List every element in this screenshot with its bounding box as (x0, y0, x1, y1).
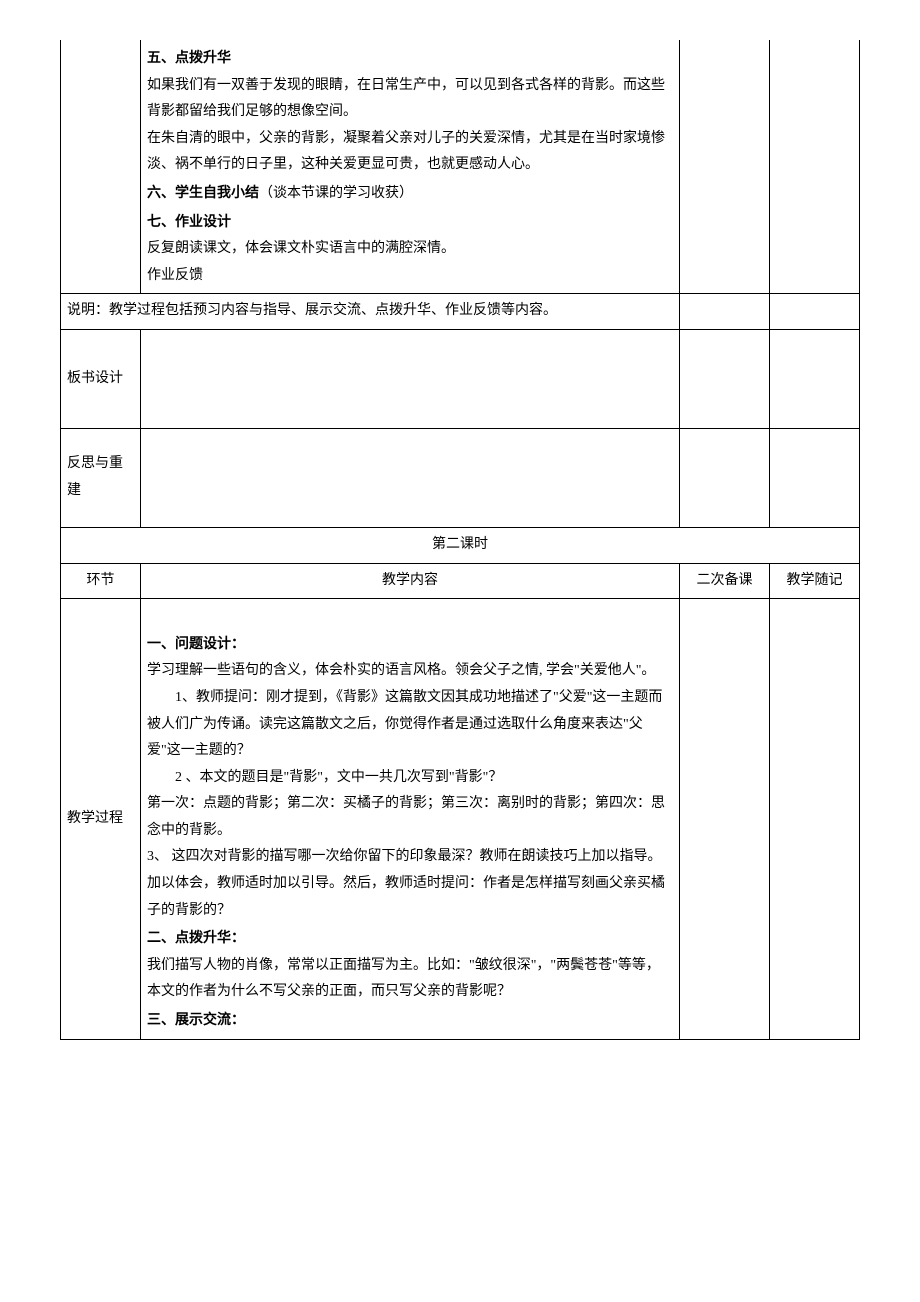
para: 我们描写人物的肖像，常常以正面描写为主。比如："皱纹很深"，"两鬓苍苍"等等，本… (147, 953, 673, 1006)
para: 学习理解一些语句的含义，体会朴实的语言风格。领会父子之情, 学会"关爱他人"。 (147, 658, 673, 685)
label-cell-empty (61, 40, 141, 294)
label-teaching-process: 教学过程 (61, 599, 141, 1040)
para: 反复朗读课文，体会课文朴实语言中的满腔深情。 (147, 236, 673, 263)
para: 如果我们有一双善于发现的眼睛，在日常生产中，可以见到各式各样的背影。而这些背影都… (147, 73, 673, 126)
header-segment: 环节 (61, 563, 141, 599)
heading-dianbo: 二、点拨升华： (147, 929, 245, 945)
label-reflection: 反思与重建 (61, 428, 141, 527)
para: 作业反馈 (147, 263, 673, 290)
heading-q-design: 一、问题设计： (147, 635, 245, 651)
heading-6: 六、学生自我小结 (147, 184, 259, 200)
sidebar-cell (680, 599, 770, 1040)
sidebar-cell (680, 40, 770, 294)
sidebar-cell (770, 599, 860, 1040)
header-secondary-prep: 二次备课 (680, 563, 770, 599)
sidebar-cell (770, 294, 860, 330)
para: 第一次：点题的背影；第二次：买橘子的背影；第三次：离别时的背影；第四次：思念中的… (147, 791, 673, 844)
heading-7: 七、作业设计 (147, 213, 231, 229)
heading-5: 五、点拨升华 (147, 49, 231, 65)
note-row: 说明：教学过程包括预习内容与指导、展示交流、点拨升华、作业反馈等内容。 (61, 294, 680, 330)
para: 1、教师提问：刚才提到，《背影》这篇散文因其成功地描述了"父爱"这一主题而被人们… (147, 685, 673, 765)
reflection-content (141, 428, 680, 527)
para: 2 、本文的题目是"背影"，文中一共几次写到"背影"？ (147, 765, 673, 792)
board-design-content (141, 329, 680, 428)
header-teaching-notes: 教学随记 (770, 563, 860, 599)
content-section-2: 一、问题设计： 学习理解一些语句的含义，体会朴实的语言风格。领会父子之情, 学会… (141, 599, 680, 1040)
para: 3、 这四次对背影的描写哪一次给你留下的印象最深？教师在朗读技巧上加以指导。加以… (147, 844, 673, 924)
para: 在朱自清的眼中，父亲的背影，凝聚着父亲对儿子的关爱深情，尤其是在当时家境惨淡、祸… (147, 126, 673, 179)
sidebar-cell (680, 329, 770, 428)
sidebar-cell (770, 329, 860, 428)
heading-zhanshi: 三、展示交流： (147, 1011, 245, 1027)
sidebar-cell (680, 294, 770, 330)
sidebar-cell (770, 428, 860, 527)
sidebar-cell (680, 428, 770, 527)
heading-6-note: （谈本节课的学习收获） (259, 186, 413, 201)
lesson-2-title: 第二课时 (61, 527, 860, 563)
label-board-design: 板书设计 (61, 329, 141, 428)
content-section-1: 五、点拨升华 如果我们有一双善于发现的眼睛，在日常生产中，可以见到各式各样的背影… (141, 40, 680, 294)
lesson-plan-table: 五、点拨升华 如果我们有一双善于发现的眼睛，在日常生产中，可以见到各式各样的背影… (60, 40, 860, 1040)
header-content: 教学内容 (141, 563, 680, 599)
sidebar-cell (770, 40, 860, 294)
